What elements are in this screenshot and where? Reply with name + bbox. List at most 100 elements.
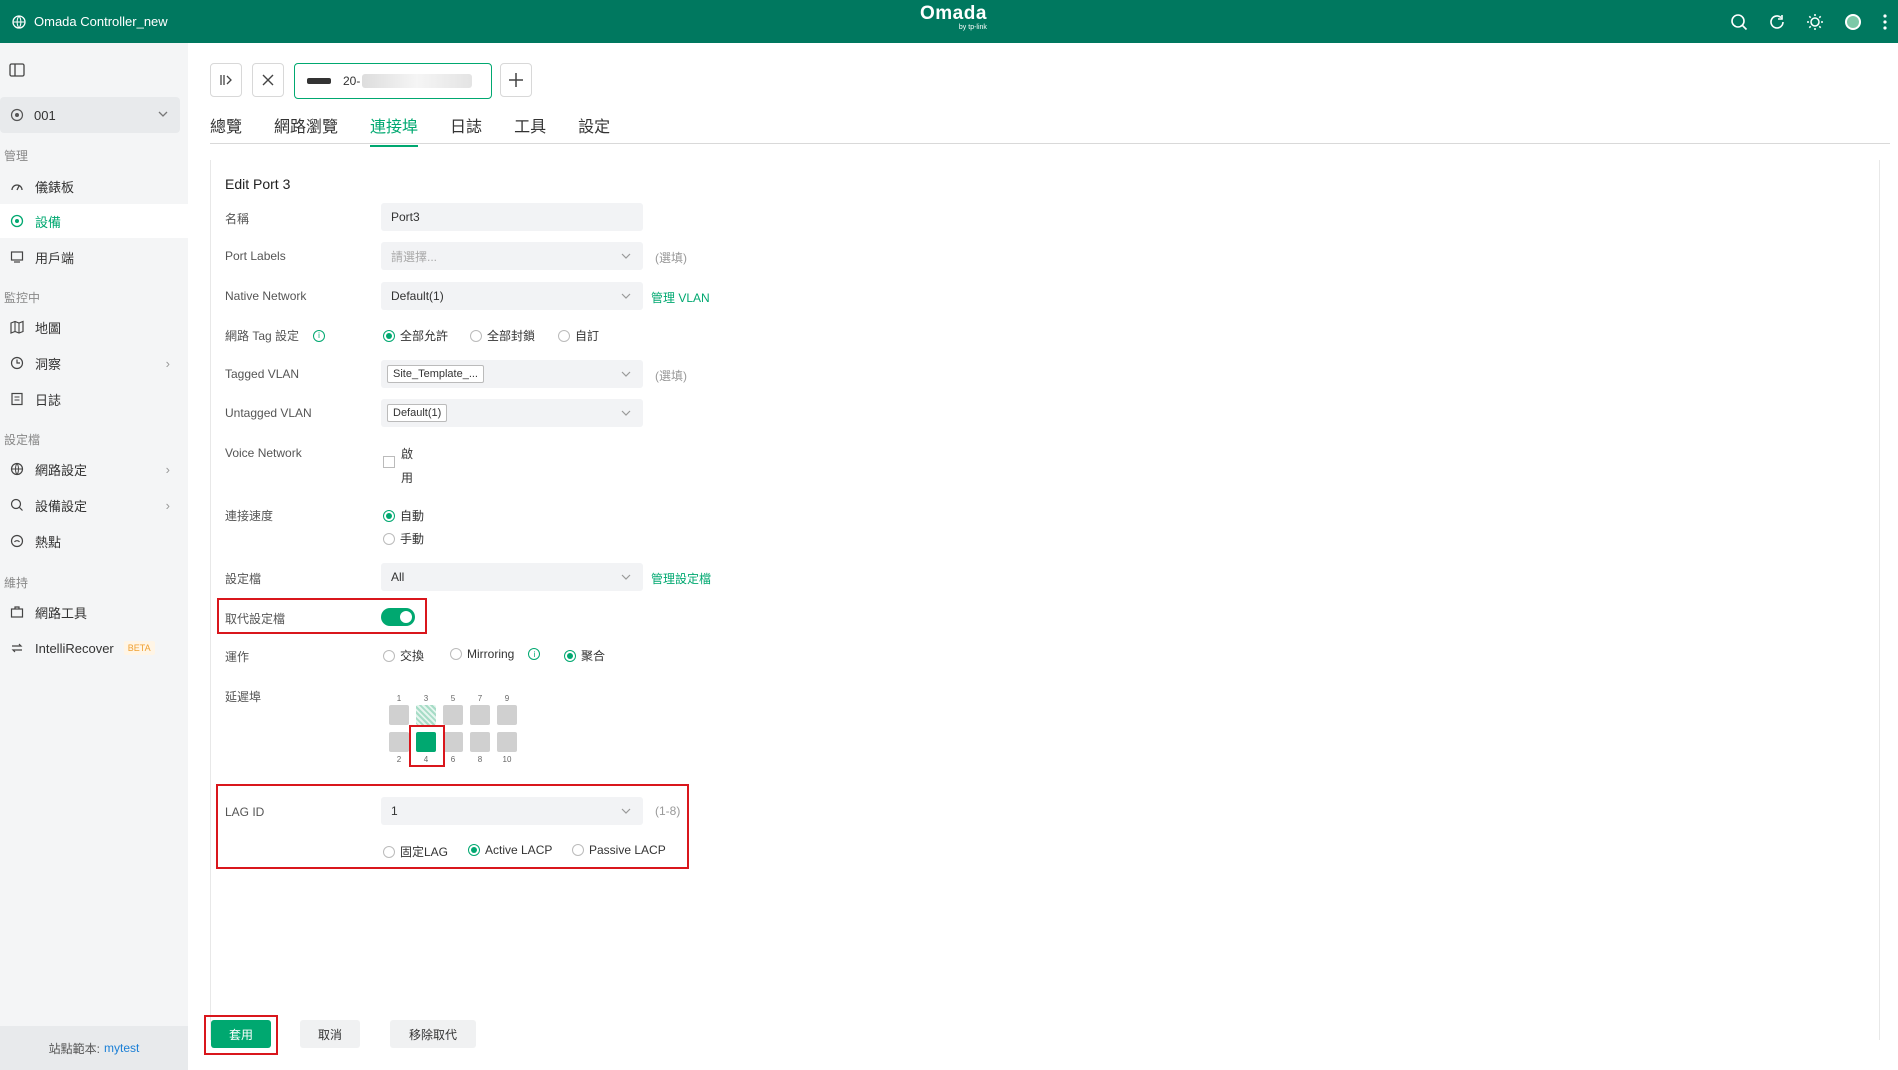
sidebar-item-network-settings[interactable]: 網路設定 › bbox=[0, 452, 188, 486]
tab-browse[interactable]: 網路瀏覽 bbox=[274, 113, 338, 147]
tab-logs[interactable]: 日誌 bbox=[450, 113, 482, 147]
site-template-label: 站點範本: bbox=[48, 1041, 100, 1056]
tag-allow-all-radio[interactable]: 全部允許 bbox=[383, 327, 448, 344]
site-template-link[interactable]: mytest bbox=[104, 1041, 139, 1055]
panel-border bbox=[1879, 160, 1880, 1040]
tag-setting-label: 網路 Tag 設定 i bbox=[225, 327, 326, 344]
profile-select[interactable]: All bbox=[381, 563, 643, 591]
lag-ports-label: 延遲埠 bbox=[225, 690, 262, 704]
voice-network-checkbox[interactable] bbox=[383, 456, 395, 468]
port-7[interactable] bbox=[470, 705, 490, 725]
map-icon bbox=[9, 319, 25, 335]
tag-block-all-radio[interactable]: 全部封鎖 bbox=[470, 327, 535, 344]
cancel-button[interactable]: 取消 bbox=[300, 1020, 360, 1048]
port-1[interactable] bbox=[389, 705, 409, 725]
radio-label: Mirroring bbox=[467, 647, 515, 661]
section-monitor: 監控中 bbox=[4, 291, 41, 305]
port-8[interactable] bbox=[470, 732, 490, 752]
remove-override-button[interactable]: 移除取代 bbox=[390, 1020, 476, 1048]
tagged-vlan-select[interactable]: Site_Template_... bbox=[381, 360, 643, 388]
port-6[interactable] bbox=[443, 732, 463, 752]
sidebar-item-dashboard[interactable]: 儀錶板 bbox=[0, 169, 188, 203]
info-icon[interactable]: i bbox=[313, 329, 326, 342]
op-switch-radio[interactable]: 交換 bbox=[383, 647, 424, 664]
native-network-value: Default(1) bbox=[391, 289, 444, 303]
clients-icon bbox=[9, 249, 25, 265]
profile-label: 設定檔 bbox=[225, 572, 262, 586]
info-icon[interactable]: i bbox=[528, 648, 541, 660]
sidebar-item-device-settings[interactable]: 設備設定 › bbox=[0, 488, 188, 522]
voice-network-label: Voice Network bbox=[225, 446, 302, 460]
port-2[interactable] bbox=[389, 732, 409, 752]
chevron-down-icon bbox=[158, 111, 168, 117]
brand-name: Omada bbox=[920, 3, 987, 24]
radio-label: 交換 bbox=[400, 649, 425, 663]
port-labels-select[interactable]: 請選擇... bbox=[381, 242, 643, 270]
omada-logo: Omada by tp-link bbox=[920, 4, 987, 31]
site-selector[interactable]: 001 bbox=[0, 97, 180, 133]
toolbox-icon bbox=[9, 604, 25, 620]
port-number: 6 bbox=[450, 755, 456, 764]
highlight-port-4 bbox=[409, 725, 445, 767]
sidebar-item-map[interactable]: 地圖 bbox=[0, 310, 188, 344]
sidebar: 001 管理 儀錶板 設備 用戶端 監控中 地圖 洞察 › 日誌 設定檔 網路設… bbox=[0, 43, 188, 1070]
tab-tools[interactable]: 工具 bbox=[514, 113, 546, 147]
sidebar-item-label: 設備 bbox=[35, 214, 62, 230]
lag-id-value: 1 bbox=[391, 804, 398, 818]
sidebar-item-label: 網路工具 bbox=[35, 605, 88, 621]
sidebar-item-intellirecover[interactable]: IntelliRecover BETA bbox=[0, 631, 188, 665]
sidebar-item-label: 網路設定 bbox=[35, 462, 88, 478]
devices-icon bbox=[9, 213, 25, 229]
controller-selector[interactable]: Omada Controller_new bbox=[12, 14, 168, 29]
op-aggregation-radio[interactable]: 聚合 bbox=[564, 647, 605, 664]
port-5[interactable] bbox=[443, 705, 463, 725]
lag-passive-lacp-radio[interactable]: Passive LACP bbox=[572, 843, 666, 857]
edit-port-panel: Edit Port 3 名稱 Port3 Port Labels 請選擇... … bbox=[210, 160, 1880, 1040]
port-9[interactable] bbox=[497, 705, 517, 725]
tag-custom-radio[interactable]: 自訂 bbox=[558, 327, 599, 344]
sidebar-item-insight[interactable]: 洞察 › bbox=[0, 346, 188, 380]
sidebar-item-clients[interactable]: 用戶端 bbox=[0, 240, 188, 274]
lag-id-select[interactable]: 1 bbox=[381, 797, 643, 825]
radio-label: Passive LACP bbox=[589, 843, 666, 857]
port-10[interactable] bbox=[497, 732, 517, 752]
manage-vlan-link[interactable]: 管理 VLAN bbox=[651, 289, 710, 306]
more-icon[interactable] bbox=[1882, 13, 1888, 31]
avatar[interactable] bbox=[1844, 13, 1862, 31]
lag-static-radio[interactable]: 固定LAG bbox=[383, 843, 448, 860]
sidebar-item-hotspot[interactable]: 熱點 bbox=[0, 524, 188, 558]
sidebar-item-devices[interactable]: 設備 bbox=[0, 204, 188, 238]
sidebar-item-label: 儀錶板 bbox=[35, 179, 75, 195]
refresh-icon[interactable] bbox=[1768, 13, 1786, 31]
radio-label: 自訂 bbox=[575, 329, 600, 343]
voice-enable-text-1: 啟 bbox=[401, 447, 414, 461]
expand-panel-button[interactable] bbox=[210, 63, 242, 97]
lag-range-hint: (1-8) bbox=[655, 804, 681, 818]
speed-manual-radio[interactable]: 手動 bbox=[383, 530, 424, 547]
brand-sub: by tp-link bbox=[958, 24, 987, 31]
tab-overview[interactable]: 總覽 bbox=[210, 113, 242, 147]
apply-button[interactable]: 套用 bbox=[211, 1020, 271, 1048]
tab-settings[interactable]: 設定 bbox=[578, 113, 610, 147]
theme-sun-icon[interactable] bbox=[1806, 13, 1824, 31]
device-tab[interactable]: 20- bbox=[294, 63, 492, 99]
close-button[interactable] bbox=[252, 63, 284, 97]
sidebar-item-label: 地圖 bbox=[35, 320, 62, 336]
sidebar-item-network-tools[interactable]: 網路工具 bbox=[0, 595, 188, 629]
manage-profile-link[interactable]: 管理設定檔 bbox=[651, 570, 711, 587]
search-icon[interactable] bbox=[1730, 13, 1748, 31]
tab-ports[interactable]: 連接埠 bbox=[370, 113, 419, 147]
lag-active-lacp-radio[interactable]: Active LACP bbox=[468, 843, 552, 857]
native-network-select[interactable]: Default(1) bbox=[381, 282, 643, 310]
name-input[interactable]: Port3 bbox=[381, 203, 643, 231]
speed-auto-radio[interactable]: 自動 bbox=[383, 507, 424, 524]
sidebar-collapse-icon[interactable] bbox=[9, 63, 25, 80]
untagged-vlan-select[interactable]: Default(1) bbox=[381, 399, 643, 427]
op-mirroring-radio[interactable]: Mirroring i bbox=[450, 647, 541, 661]
chevron-down-icon bbox=[621, 253, 631, 259]
add-tab-button[interactable] bbox=[500, 63, 532, 97]
lag-id-label: LAG ID bbox=[225, 805, 265, 819]
override-profile-toggle[interactable] bbox=[381, 608, 415, 626]
port-labels-label: Port Labels bbox=[225, 249, 286, 263]
sidebar-item-logs[interactable]: 日誌 bbox=[0, 382, 188, 416]
